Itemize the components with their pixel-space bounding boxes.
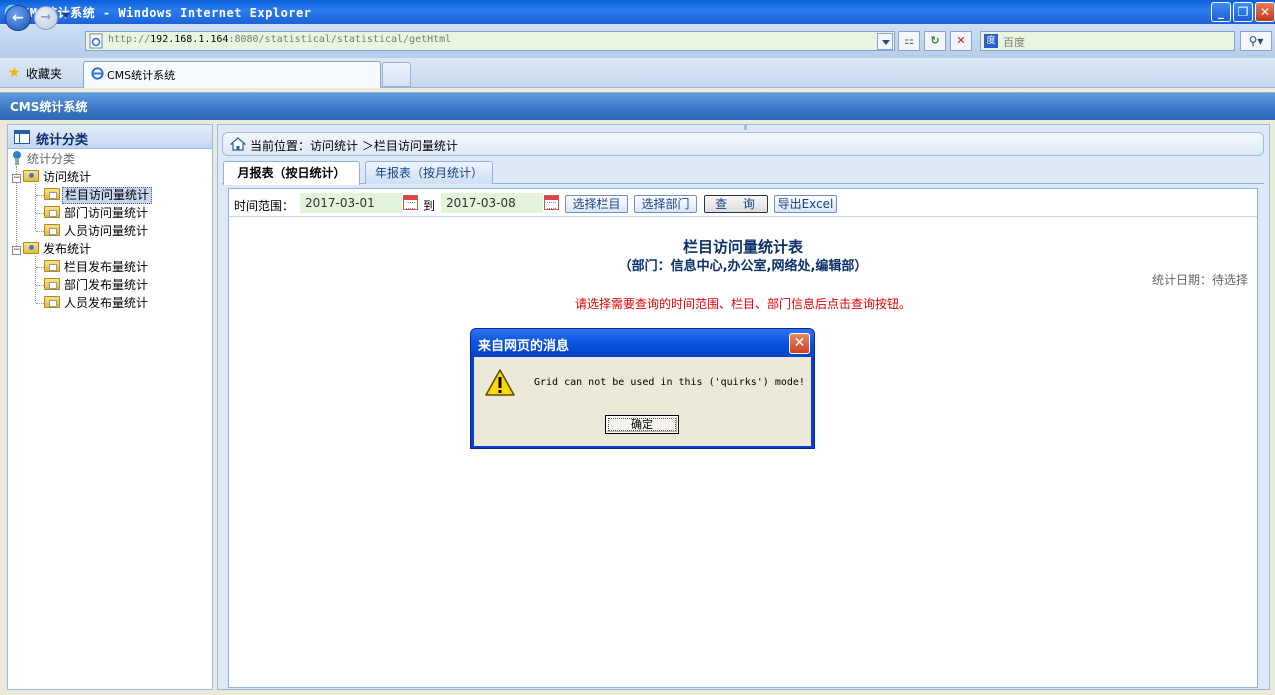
- to-label: 到: [423, 199, 436, 213]
- folder-user-icon: [23, 242, 39, 254]
- folder-icon: [44, 224, 60, 236]
- end-date-input[interactable]: [441, 193, 543, 213]
- stop-button[interactable]: ✕: [950, 31, 972, 51]
- folder-icon: [44, 206, 60, 218]
- export-excel-button[interactable]: 导出Excel: [774, 195, 837, 213]
- address-url: http://192.168.1.164:8080/statistical/st…: [108, 34, 452, 45]
- tree-item-dept-publish[interactable]: 部门发布量统计: [44, 276, 150, 294]
- folder-icon: [44, 278, 60, 290]
- tree-item-dept-visits[interactable]: 部门访问量统计: [44, 204, 150, 222]
- folder-user-icon: [23, 170, 39, 182]
- query-hint: 请选择需要查询的时间范围、栏目、部门信息后点击查询按钮。: [574, 297, 911, 311]
- calendar-icon[interactable]: [403, 195, 418, 210]
- folder-icon: [44, 260, 60, 272]
- forward-button[interactable]: →: [34, 6, 58, 30]
- tree-item-column-publish[interactable]: 栏目发布量统计: [44, 258, 150, 276]
- app-title: CMS统计系统: [10, 100, 88, 114]
- new-tab-button[interactable]: [382, 62, 411, 87]
- tree-connector: [36, 231, 44, 232]
- tree-item-column-visits[interactable]: 栏目访问量统计: [44, 186, 153, 204]
- select-column-button[interactable]: 选择栏目: [565, 195, 628, 213]
- tree-item-visit-stats[interactable]: − 访问统计: [12, 168, 93, 186]
- sidebar-title: 统计分类: [36, 133, 89, 148]
- browser-tab-title: CMS统计系统: [107, 69, 176, 82]
- favorites-button[interactable]: 收藏夹: [26, 65, 62, 82]
- calendar-icon[interactable]: [544, 195, 559, 210]
- search-placeholder: 百度: [1003, 36, 1025, 49]
- dialog-ok-button[interactable]: 确定: [605, 415, 679, 434]
- tree-connector: [35, 184, 36, 231]
- tree-item-root[interactable]: 统计分类: [12, 150, 77, 168]
- category-root-icon: [12, 151, 22, 165]
- tree-connector: [36, 195, 44, 196]
- window-close-button[interactable]: ✕: [1255, 2, 1275, 22]
- select-department-button[interactable]: 选择部门: [634, 195, 697, 213]
- report-title: 栏目访问量统计表: [682, 238, 803, 256]
- stat-date: 统计日期：待选择: [1151, 273, 1248, 287]
- collapse-toggle-icon[interactable]: −: [12, 174, 21, 183]
- tree-connector: [36, 213, 44, 214]
- time-range-label: 时间范围：: [234, 199, 295, 213]
- refresh-button[interactable]: ↻: [924, 31, 946, 51]
- tab-yearly-report[interactable]: 年报表（按月统计）: [365, 161, 493, 184]
- warning-icon: [485, 369, 515, 396]
- dialog-message: Grid can not be used in this ('quirks') …: [534, 377, 805, 388]
- search-button[interactable]: ⚲▾: [1240, 31, 1272, 51]
- folder-icon: [44, 188, 60, 200]
- history-dropdown-icon[interactable]: [62, 13, 70, 18]
- restore-button[interactable]: ❐: [1233, 2, 1253, 22]
- tab-monthly-report[interactable]: 月报表（按日统计）: [223, 161, 360, 185]
- tree-connector: [36, 285, 44, 286]
- dialog-title: 来自网页的消息: [478, 339, 570, 354]
- app-header: [0, 92, 1275, 120]
- address-dropdown-button[interactable]: [877, 33, 893, 50]
- panel-splitter-handle[interactable]: [744, 124, 747, 130]
- table-icon: [14, 130, 30, 144]
- tree-item-person-publish[interactable]: 人员发布量统计: [44, 294, 150, 312]
- tree-connector: [36, 267, 44, 268]
- tree-item-person-visits[interactable]: 人员访问量统计: [44, 222, 150, 240]
- address-bar[interactable]: http://192.168.1.164:8080/statistical/st…: [85, 31, 895, 51]
- search-input[interactable]: 度 百度: [980, 31, 1235, 51]
- folder-icon: [44, 296, 60, 308]
- query-button[interactable]: 查 询: [704, 195, 768, 213]
- tab-ie-icon: [91, 67, 104, 80]
- start-date-input[interactable]: [300, 193, 402, 213]
- minimize-button[interactable]: _: [1211, 2, 1231, 22]
- tree-connector: [35, 256, 36, 303]
- back-button[interactable]: ←: [5, 5, 31, 31]
- compatibility-view-button[interactable]: ⚏: [898, 31, 920, 51]
- dialog-close-button[interactable]: ✕: [789, 333, 810, 354]
- window-title-bar[interactable]: CMS统计系统 - Windows Internet Explorer: [0, 0, 1275, 24]
- collapse-toggle-icon[interactable]: −: [12, 246, 21, 255]
- breadcrumb-text: 当前位置：访问统计 ＞栏目访问量统计: [250, 139, 458, 153]
- page-icon: [89, 33, 103, 49]
- tree-item-publish-stats[interactable]: − 发布统计: [12, 240, 93, 258]
- favorites-star-icon[interactable]: ★: [8, 66, 21, 80]
- baidu-logo-icon: 度: [984, 34, 998, 48]
- home-icon: [230, 137, 246, 151]
- tree-connector: [36, 303, 44, 304]
